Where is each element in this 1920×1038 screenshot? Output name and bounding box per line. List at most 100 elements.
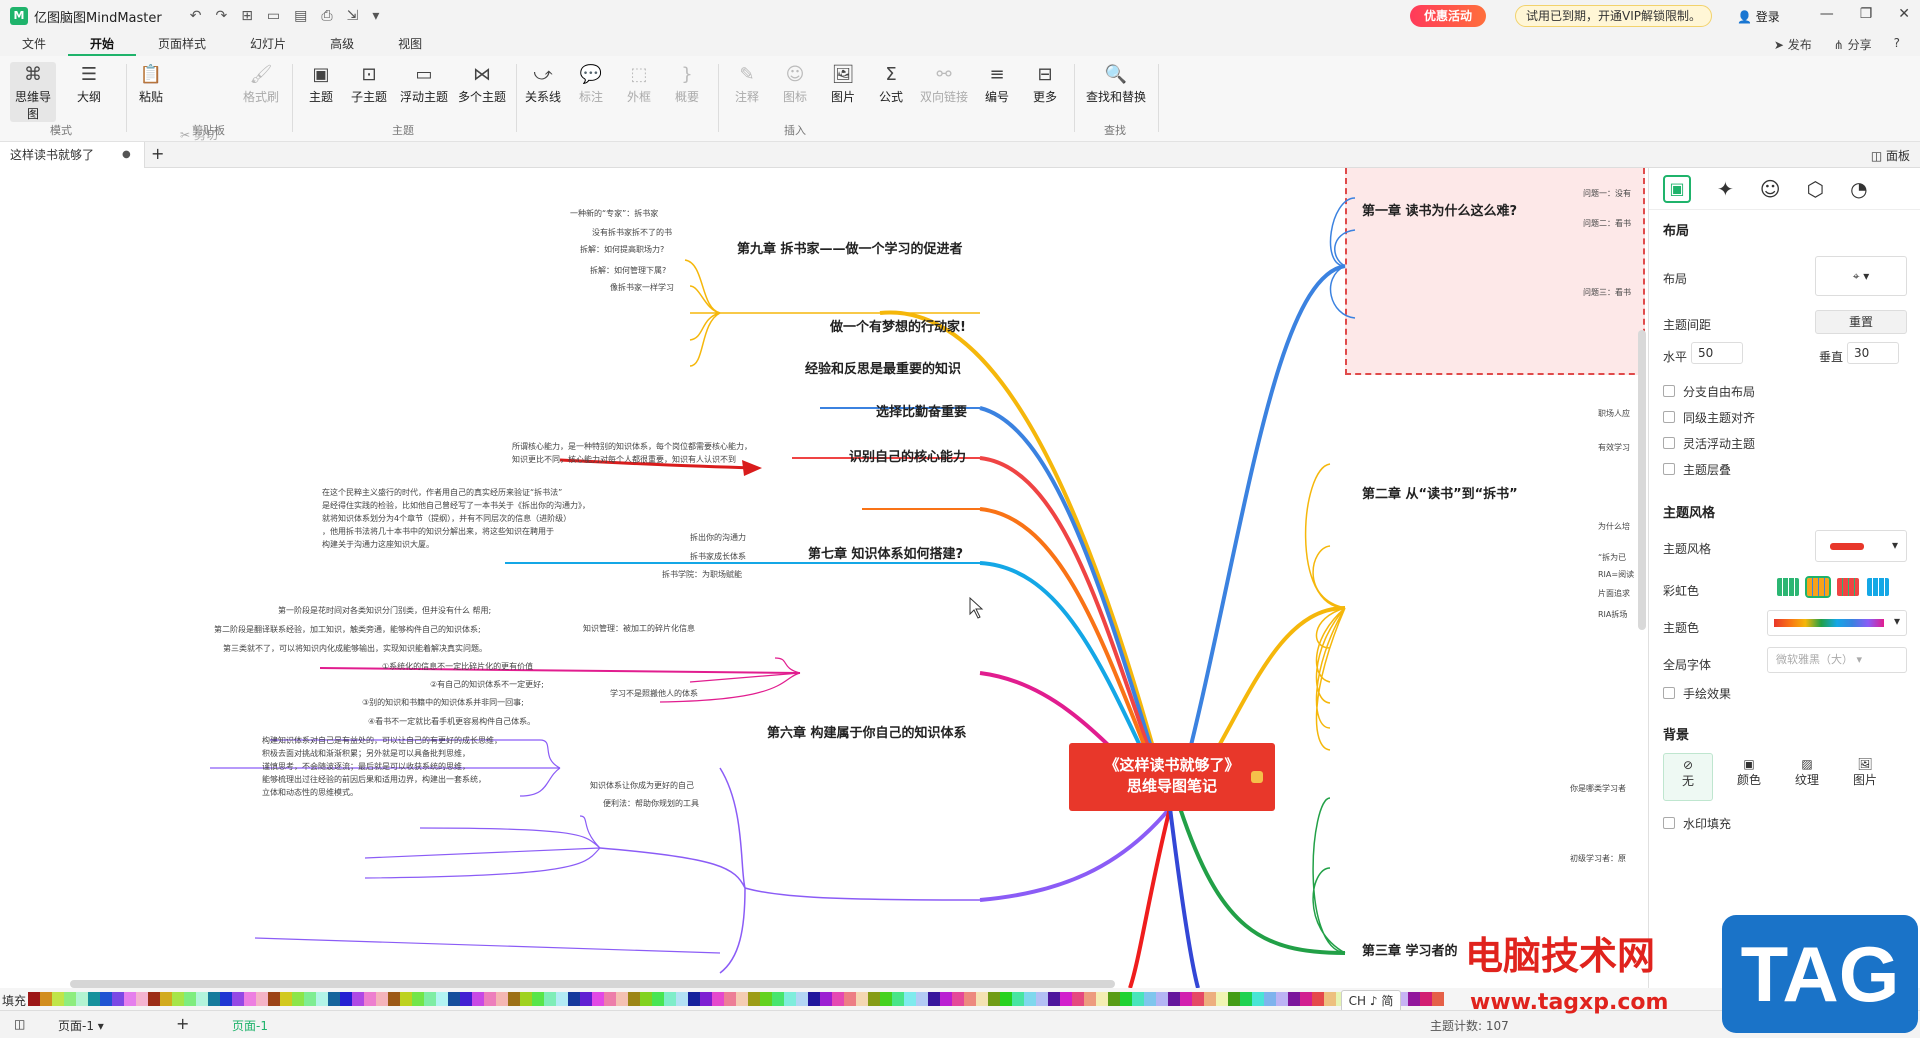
color-swatch[interactable]	[28, 992, 40, 1006]
color-swatch[interactable]	[616, 992, 628, 1006]
color-swatch[interactable]	[988, 992, 1000, 1006]
print-icon[interactable]: ⎙	[321, 8, 332, 24]
color-swatch[interactable]	[1048, 992, 1060, 1006]
color-swatch[interactable]	[868, 992, 880, 1006]
color-swatch[interactable]	[1072, 992, 1084, 1006]
color-swatch[interactable]	[1108, 992, 1120, 1006]
color-swatch[interactable]	[808, 992, 820, 1006]
theme-color-select[interactable]: ▾	[1767, 610, 1907, 636]
color-swatch[interactable]	[784, 992, 796, 1006]
leaf-topic[interactable]: 拆书学院：为职场赋能	[662, 569, 742, 580]
relation-line-button[interactable]: ⤻ 关系线	[520, 62, 566, 105]
color-swatch[interactable]	[88, 992, 100, 1006]
not-copy-topic[interactable]: 学习不是照搬他人的体系	[610, 688, 698, 699]
color-swatch[interactable]	[1192, 992, 1204, 1006]
comment-button[interactable]: ✎ 注释	[724, 62, 770, 105]
color-swatch[interactable]	[352, 992, 364, 1006]
color-swatch[interactable]	[880, 992, 892, 1006]
paste-button[interactable]: 📋 粘贴	[128, 62, 174, 105]
color-swatch[interactable]	[448, 992, 460, 1006]
find-replace-button[interactable]: 🔍 查找和替换	[1080, 62, 1152, 105]
color-swatch[interactable]	[460, 992, 472, 1006]
add-tab-button[interactable]: +	[151, 144, 164, 163]
global-font-select[interactable]: 微软雅黑（大） ▾	[1767, 647, 1907, 673]
color-swatch[interactable]	[328, 992, 340, 1006]
chapter-7-note[interactable]: 在这个民粹主义盛行的时代，作者用自己的真实经历来验证“拆书法” 是经得住实践的检…	[322, 486, 590, 551]
chapter-7-topic[interactable]: 第七章 知识体系如何搭建?	[808, 543, 963, 562]
color-swatch[interactable]	[1180, 992, 1192, 1006]
bg-color-option[interactable]: ▣ 颜色	[1729, 757, 1769, 788]
close-icon[interactable]: ✕	[1898, 6, 1910, 22]
vip-banner[interactable]: 试用已到期，开通VIP解锁限制。	[1515, 5, 1712, 27]
color-swatch[interactable]	[664, 992, 676, 1006]
color-swatch[interactable]	[400, 992, 412, 1006]
central-topic[interactable]: 《这样读书就够了》 思维导图笔记	[1069, 743, 1275, 811]
share-button[interactable]: ⋔ 分享	[1834, 36, 1872, 53]
menu-file[interactable]: 文件	[0, 32, 68, 56]
dream-topic[interactable]: 做一个有梦想的行动家!	[830, 316, 966, 335]
tool-topic[interactable]: 便利法：帮助你规划的工具	[603, 798, 699, 809]
ai-tab-icon[interactable]: ✦	[1717, 177, 1734, 201]
redo-icon[interactable]: ↷	[215, 8, 227, 24]
customize-icon[interactable]: ▾	[372, 8, 379, 24]
color-swatch[interactable]	[964, 992, 976, 1006]
color-swatch[interactable]	[940, 992, 952, 1006]
color-swatch[interactable]	[1096, 992, 1108, 1006]
menu-slides[interactable]: 幻灯片	[228, 32, 308, 56]
color-swatch[interactable]	[1156, 992, 1168, 1006]
page-view-icon[interactable]: ◫	[14, 1017, 25, 1031]
numbering-button[interactable]: ≡ 编号	[974, 62, 1020, 105]
color-swatch[interactable]	[820, 992, 832, 1006]
boundary-button[interactable]: ⬚ 外框	[616, 62, 662, 105]
color-swatch[interactable]	[640, 992, 652, 1006]
bg-texture-option[interactable]: ▨ 纹理	[1787, 757, 1827, 788]
color-swatch[interactable]	[916, 992, 928, 1006]
color-swatch[interactable]	[580, 992, 592, 1006]
flexible-float-checkbox[interactable]	[1663, 437, 1675, 449]
leaf-topic[interactable]: ①系统化的信息不一定比碎片化的更有价值	[382, 661, 533, 672]
color-swatch[interactable]	[40, 992, 52, 1006]
page-select[interactable]: 页面-1 ▾	[58, 1017, 104, 1034]
color-swatch[interactable]	[292, 992, 304, 1006]
color-swatch[interactable]	[688, 992, 700, 1006]
horizontal-scrollbar[interactable]	[70, 980, 1115, 988]
free-layout-checkbox[interactable]	[1663, 385, 1675, 397]
better-self-topic[interactable]: 知识体系让你成为更好的自己	[590, 780, 694, 791]
color-swatch[interactable]	[1120, 992, 1132, 1006]
core-ability-topic[interactable]: 识别自己的核心能力	[849, 446, 966, 465]
color-swatch[interactable]	[568, 992, 580, 1006]
core-ability-note[interactable]: 所谓核心能力，是一种特别的知识体系，每个岗位都需要核心能力， 知识更比不同，核心…	[512, 440, 752, 466]
color-swatch[interactable]	[376, 992, 388, 1006]
color-swatch[interactable]	[856, 992, 868, 1006]
vertical-scrollbar[interactable]	[1638, 330, 1646, 630]
document-tab[interactable]: 这样读书就够了 ●	[0, 142, 145, 168]
leaf-topic[interactable]: 第二阶段是翻译联系经验，加工知识，触类旁通，能够构件自己的知识体系;	[214, 624, 481, 635]
align-checkbox[interactable]	[1663, 411, 1675, 423]
color-swatch[interactable]	[892, 992, 904, 1006]
input-method-indicator[interactable]: CH ♪ 简	[1341, 990, 1401, 1012]
rainbow-option[interactable]	[1805, 576, 1831, 598]
leaf-topic[interactable]: RIA=阅读	[1598, 569, 1634, 580]
color-swatch[interactable]	[364, 992, 376, 1006]
leaf-topic[interactable]: 问题三：看书	[1583, 287, 1631, 298]
color-swatch[interactable]	[976, 992, 988, 1006]
leaf-topic[interactable]: ④看书不一定就比看手机更容易构件自己体系。	[368, 716, 535, 727]
rainbow-option[interactable]	[1777, 578, 1799, 596]
color-swatch[interactable]	[700, 992, 712, 1006]
color-swatch[interactable]	[1132, 992, 1144, 1006]
leaf-topic[interactable]: 拆解：如何管理下属?	[590, 265, 666, 276]
horizontal-spacing-input[interactable]: 50	[1691, 342, 1743, 364]
chapter-6-note[interactable]: 构建知识体系对自己是有益处的，可以让自己的有更好的成长思维， 积极去面对挑战和渐…	[262, 734, 502, 799]
color-swatch[interactable]	[52, 992, 64, 1006]
leaf-topic[interactable]: 初级学习者：原	[1570, 853, 1626, 864]
bg-none-option[interactable]: ⊘ 无	[1663, 753, 1713, 801]
color-swatch[interactable]	[304, 992, 316, 1006]
color-swatch[interactable]	[340, 992, 352, 1006]
color-swatch[interactable]	[160, 992, 172, 1006]
mindmap-mode-button[interactable]: ⌘ 思维导图	[10, 62, 56, 122]
color-swatch[interactable]	[556, 992, 568, 1006]
style-tab-icon[interactable]: ☺	[1760, 177, 1781, 201]
color-swatch[interactable]	[1276, 992, 1288, 1006]
color-swatch[interactable]	[532, 992, 544, 1006]
color-swatch[interactable]	[112, 992, 124, 1006]
